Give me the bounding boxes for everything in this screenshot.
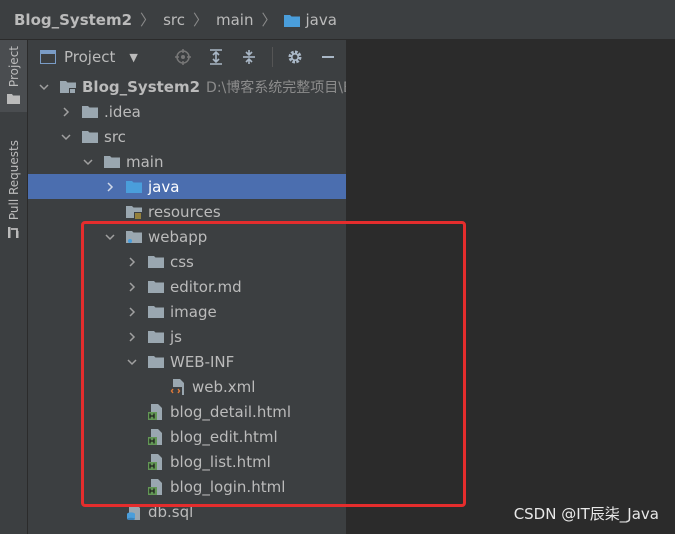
collapse-all-button[interactable]	[239, 47, 259, 67]
tree-idea-label: .idea	[104, 102, 141, 121]
breadcrumb-java-label: java	[305, 10, 337, 29]
tool-window-strip: Project Pull Requests	[0, 40, 28, 534]
tree-row-root[interactable]: Blog_System2 D:\博客系统完整项目\B	[28, 74, 356, 99]
chevron-right-icon	[126, 331, 138, 343]
chevron-down-icon: ▼	[129, 50, 138, 64]
watermark: CSDN @IT辰柒_Java	[513, 505, 659, 523]
html-file-icon	[148, 403, 164, 420]
html-file-icon	[148, 428, 164, 445]
breadcrumb-main[interactable]: main	[216, 11, 253, 29]
chevron-down-icon	[126, 356, 138, 368]
tree-root-label: Blog_System2	[82, 77, 201, 96]
tree-editor-md-label: editor.md	[170, 277, 242, 296]
chevron-right-icon: 〉	[261, 11, 277, 29]
folder-icon	[82, 130, 98, 144]
project-tool-tab-label: Project	[6, 46, 21, 88]
tree-root-path: D:\博客系统完整项目\B	[206, 79, 353, 96]
editor-area: CSDN @IT辰柒_Java	[346, 40, 675, 534]
project-panel-title: Project	[64, 48, 116, 66]
tree-webapp-label: webapp	[148, 227, 208, 246]
source-folder-icon	[126, 180, 142, 194]
toolbar-divider	[272, 47, 273, 67]
tree-blog-list-label: blog_list.html	[170, 452, 271, 471]
tree-src-label: src	[104, 127, 126, 146]
breadcrumb-java[interactable]: java	[284, 10, 337, 29]
tree-row-src[interactable]: src	[28, 124, 378, 149]
tree-web-xml-label: web.xml	[192, 377, 256, 396]
folder-icon	[148, 330, 164, 344]
tree-js-label: js	[170, 327, 182, 346]
folder-icon	[82, 105, 98, 119]
expand-all-icon	[210, 49, 222, 65]
gear-icon	[288, 50, 302, 64]
folder-icon	[148, 305, 164, 319]
minimize-icon	[322, 56, 334, 58]
project-panel-actions	[173, 40, 346, 74]
breadcrumb-src[interactable]: src	[163, 11, 185, 29]
project-folder-icon	[60, 80, 76, 94]
chevron-down-icon	[104, 231, 116, 243]
crosshair-icon	[175, 49, 191, 65]
chevron-right-icon	[60, 106, 72, 118]
chevron-right-icon: 〉	[140, 11, 156, 29]
pull-requests-tool-tab[interactable]: Pull Requests	[0, 140, 27, 239]
breadcrumb-project-label: Blog_System2	[14, 10, 133, 29]
project-view-icon	[40, 50, 56, 64]
breadcrumb: Blog_System2 〉 src 〉 main 〉 java	[0, 0, 675, 40]
xml-file-icon	[170, 378, 186, 395]
tree-resources-label: resources	[148, 202, 221, 221]
html-file-icon	[148, 453, 164, 470]
html-file-icon	[148, 478, 164, 495]
tree-blog-edit-label: blog_edit.html	[170, 427, 278, 446]
settings-button[interactable]	[285, 47, 305, 67]
hide-panel-button[interactable]	[318, 47, 338, 67]
tree-main-label: main	[126, 152, 164, 171]
chevron-down-icon	[60, 131, 72, 143]
breadcrumb-main-label: main	[215, 10, 254, 29]
tree-db-sql-label: db.sql	[148, 502, 194, 521]
tree-web-inf-label: WEB-INF	[170, 352, 235, 371]
folder-icon	[148, 355, 164, 369]
pull-requests-tool-tab-label: Pull Requests	[6, 140, 21, 221]
tree-image-label: image	[170, 302, 217, 321]
tree-blog-detail-label: blog_detail.html	[170, 402, 291, 421]
project-panel: Project ▼ Blog_System2 D:\博客系统完整项目\B .id…	[28, 40, 422, 534]
project-view-selector[interactable]: Project ▼	[40, 48, 138, 66]
sql-file-icon	[126, 503, 142, 520]
folder-icon	[104, 155, 120, 169]
chevron-down-icon	[38, 81, 50, 93]
chevron-right-icon: 〉	[192, 11, 208, 29]
tree-css-label: css	[170, 252, 194, 271]
chevron-right-icon	[126, 256, 138, 268]
web-folder-icon	[126, 230, 142, 244]
tree-java-label: java	[148, 177, 180, 196]
tree-row-main[interactable]: main	[28, 149, 400, 174]
resources-folder-icon	[126, 205, 142, 219]
project-tool-tab[interactable]: Project	[0, 40, 27, 112]
tree-blog-login-label: blog_login.html	[170, 477, 286, 496]
project-panel-header: Project ▼	[28, 40, 346, 74]
source-folder-icon	[284, 14, 301, 27]
folder-icon	[148, 280, 164, 294]
folder-icon	[7, 94, 20, 105]
collapse-all-icon	[243, 50, 255, 64]
chevron-down-icon	[82, 156, 94, 168]
folder-icon	[148, 255, 164, 269]
chevron-right-icon	[104, 181, 116, 193]
expand-all-button[interactable]	[206, 47, 226, 67]
tree-row-idea[interactable]: .idea	[28, 99, 378, 124]
chevron-right-icon	[126, 306, 138, 318]
chevron-right-icon	[126, 281, 138, 293]
locate-file-button[interactable]	[173, 47, 193, 67]
pull-request-icon	[8, 227, 19, 239]
breadcrumb-project[interactable]: Blog_System2	[14, 11, 132, 29]
breadcrumb-src-label: src	[163, 10, 185, 29]
